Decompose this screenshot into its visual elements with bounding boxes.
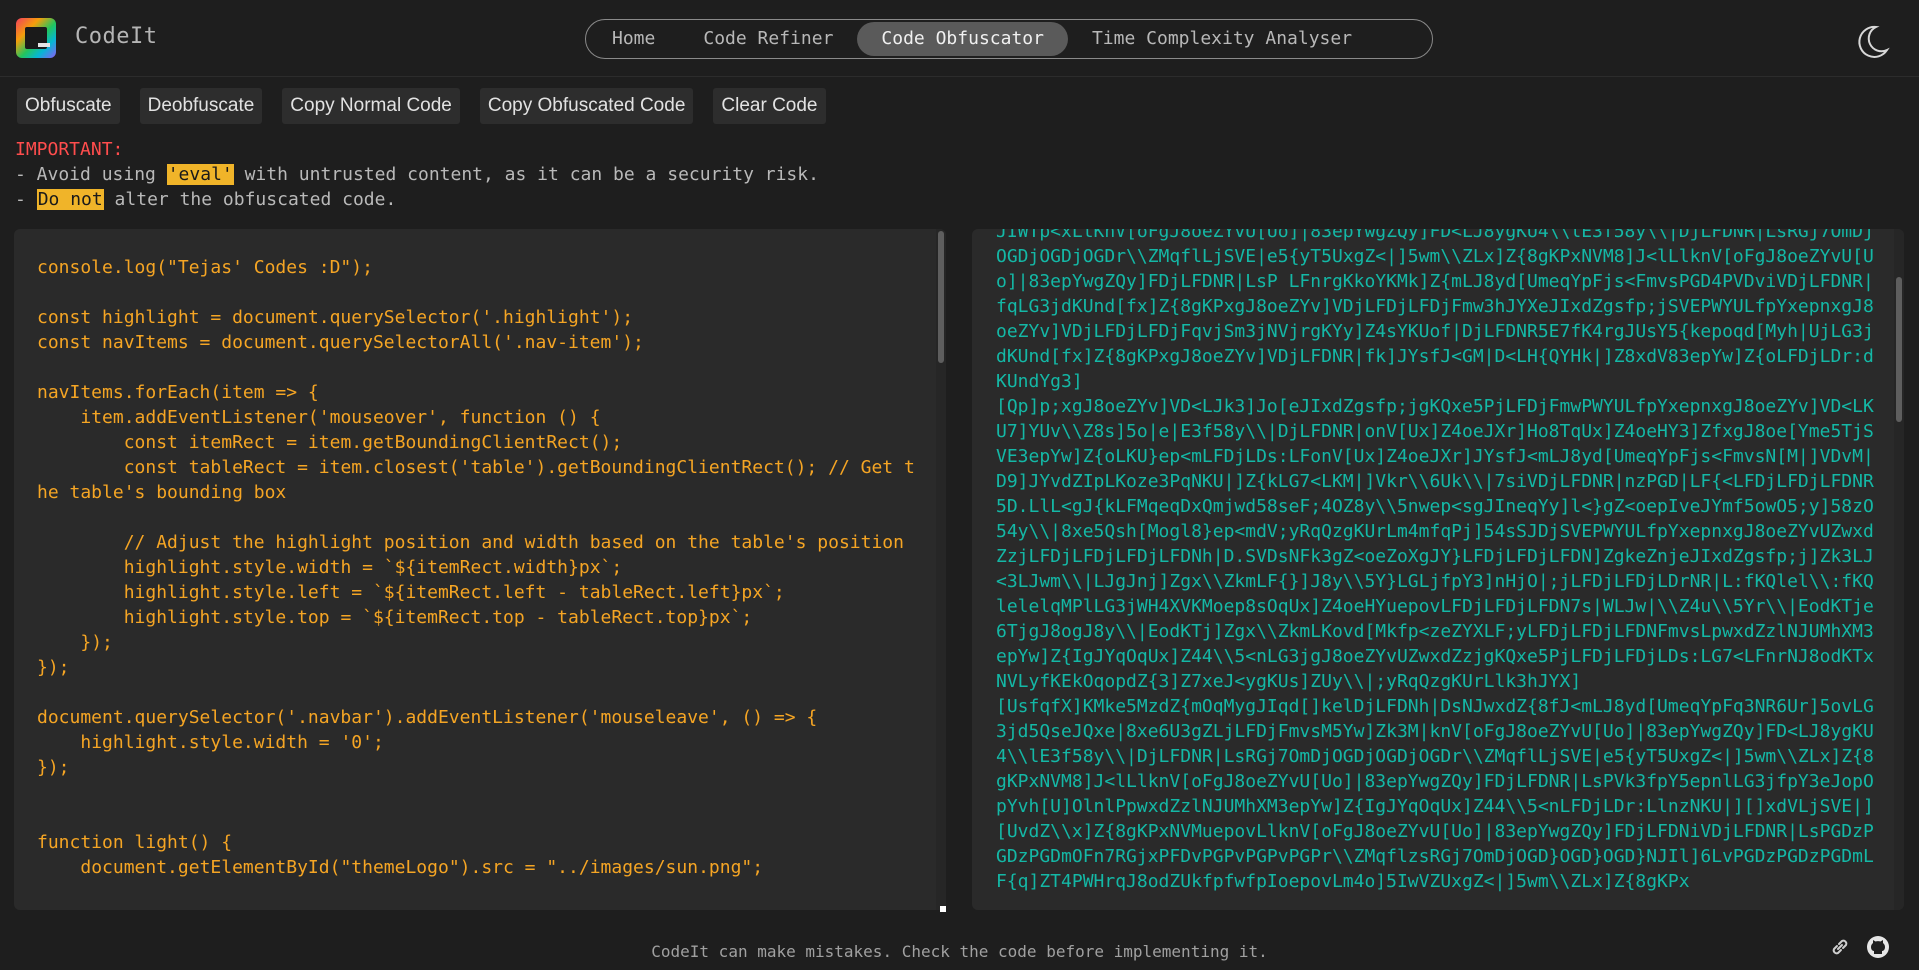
obfuscated-code-text[interactable]: JIWTp<xLtKnV[oFgJ8oeZYvU[Uo]|83epYwgZQy]…: [996, 229, 1876, 894]
eval-highlight: 'eval': [166, 164, 234, 185]
normal-code-text[interactable]: console.log("Tejas' Codes :D"); const hi…: [37, 255, 922, 880]
copy-normal-code-button[interactable]: Copy Normal Code: [282, 88, 460, 124]
obfuscated-code-editor[interactable]: JIWTp<xLtKnV[oFgJ8oeZYvU[Uo]|83epYwgZQy]…: [972, 229, 1904, 910]
header: CodeIt Home Code Refiner Code Obfuscator…: [0, 0, 1919, 77]
codeit-logo[interactable]: [16, 18, 56, 58]
obfuscate-button[interactable]: Obfuscate: [17, 88, 120, 124]
resize-handle[interactable]: [940, 906, 946, 912]
link-icon[interactable]: [1828, 935, 1852, 959]
obfuscated-line: [UsfqfX]KMke5MzdZ{mOqMygJIqd[]kelDjLFDNh…: [996, 696, 1874, 817]
github-icon[interactable]: [1866, 935, 1890, 959]
notice-title: IMPORTANT:: [15, 139, 124, 160]
normal-code-scroll-thumb[interactable]: [938, 231, 944, 363]
nav-code-refiner[interactable]: Code Refiner: [679, 22, 857, 56]
deobfuscate-button[interactable]: Deobfuscate: [139, 88, 263, 124]
notice-line-alter: - Do not alter the obfuscated code.: [15, 189, 397, 210]
obfuscated-code-scroll-thumb[interactable]: [1896, 277, 1902, 422]
obfuscated-line: [Qp]p;xgJ8oeZYv]VD<LJk3]Jo[eJIxdZgsfp;jg…: [996, 396, 1874, 692]
nav-home[interactable]: Home: [588, 22, 679, 56]
notice-line-eval: - Avoid using 'eval' with untrusted cont…: [15, 164, 819, 185]
normal-code-scrollbar[interactable]: [936, 229, 946, 910]
important-notice: IMPORTANT: - Avoid using 'eval' with unt…: [15, 137, 819, 212]
nav-time-complexity-analyser[interactable]: Time Complexity Analyser: [1068, 22, 1376, 56]
footer-disclaimer: CodeIt can make mistakes. Check the code…: [651, 942, 1268, 961]
brand-name[interactable]: CodeIt: [75, 24, 157, 49]
copy-obfuscated-code-button[interactable]: Copy Obfuscated Code: [479, 88, 694, 124]
moon-icon[interactable]: [1852, 22, 1892, 62]
action-toolbar: Obfuscate Deobfuscate Copy Normal Code C…: [17, 88, 826, 124]
obfuscated-line: [UvdZ\\x]Z{8gKPxNVMuepovLlknV[oFgJ8oeZYv…: [996, 821, 1874, 892]
obfuscated-code-scrollbar[interactable]: [1894, 229, 1904, 910]
main-nav: Home Code Refiner Code Obfuscator Time C…: [585, 19, 1433, 59]
do-not-highlight: Do not: [36, 189, 104, 210]
nav-code-obfuscator[interactable]: Code Obfuscator: [857, 22, 1068, 56]
normal-code-editor[interactable]: console.log("Tejas' Codes :D"); const hi…: [14, 229, 946, 910]
clear-code-button[interactable]: Clear Code: [713, 88, 826, 124]
obfuscated-line: JIWTp<xLtKnV[oFgJ8oeZYvU[Uo]|83epYwgZQy]…: [996, 229, 1874, 392]
